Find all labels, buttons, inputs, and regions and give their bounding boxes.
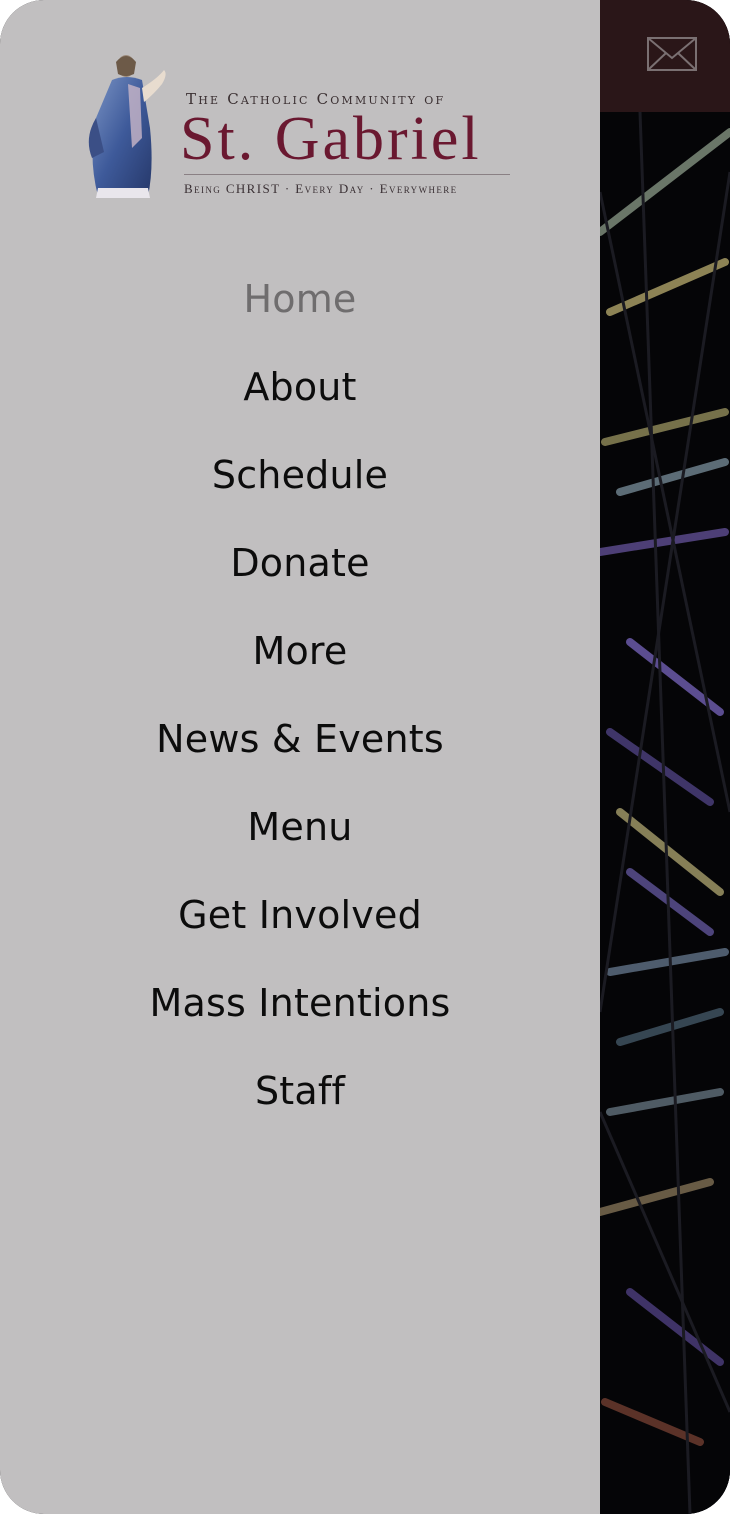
phone-screen: The Catholic Community of St. Gabriel Be… <box>0 0 730 1514</box>
nav-item-get-involved[interactable]: Get Involved <box>0 871 600 959</box>
st-gabriel-logo[interactable]: The Catholic Community of St. Gabriel Be… <box>84 48 516 204</box>
nav-item-more[interactable]: More <box>0 607 600 695</box>
site-header <box>600 0 730 112</box>
nav-item-schedule[interactable]: Schedule <box>0 431 600 519</box>
nav-item-home[interactable]: Home <box>0 255 600 343</box>
nav-item-mass-intentions[interactable]: Mass Intentions <box>0 959 600 1047</box>
nav-item-news-events[interactable]: News & Events <box>0 695 600 783</box>
nav-item-about[interactable]: About <box>0 343 600 431</box>
logo-parish-name: St. Gabriel <box>180 105 482 173</box>
nav-item-staff[interactable]: Staff <box>0 1047 600 1135</box>
page-behind-drawer[interactable] <box>600 0 730 1514</box>
logo-divider <box>184 174 510 175</box>
logo-tagline: Being CHRIST · Every Day · Everywhere <box>184 181 458 196</box>
navigation-drawer: The Catholic Community of St. Gabriel Be… <box>0 0 600 1514</box>
main-nav: Home About Schedule Donate More News & E… <box>0 255 600 1135</box>
nav-item-donate[interactable]: Donate <box>0 519 600 607</box>
stained-glass-background <box>600 111 730 1514</box>
nav-item-menu[interactable]: Menu <box>0 783 600 871</box>
envelope-icon[interactable] <box>644 32 700 76</box>
christ-statue-image <box>84 48 184 200</box>
